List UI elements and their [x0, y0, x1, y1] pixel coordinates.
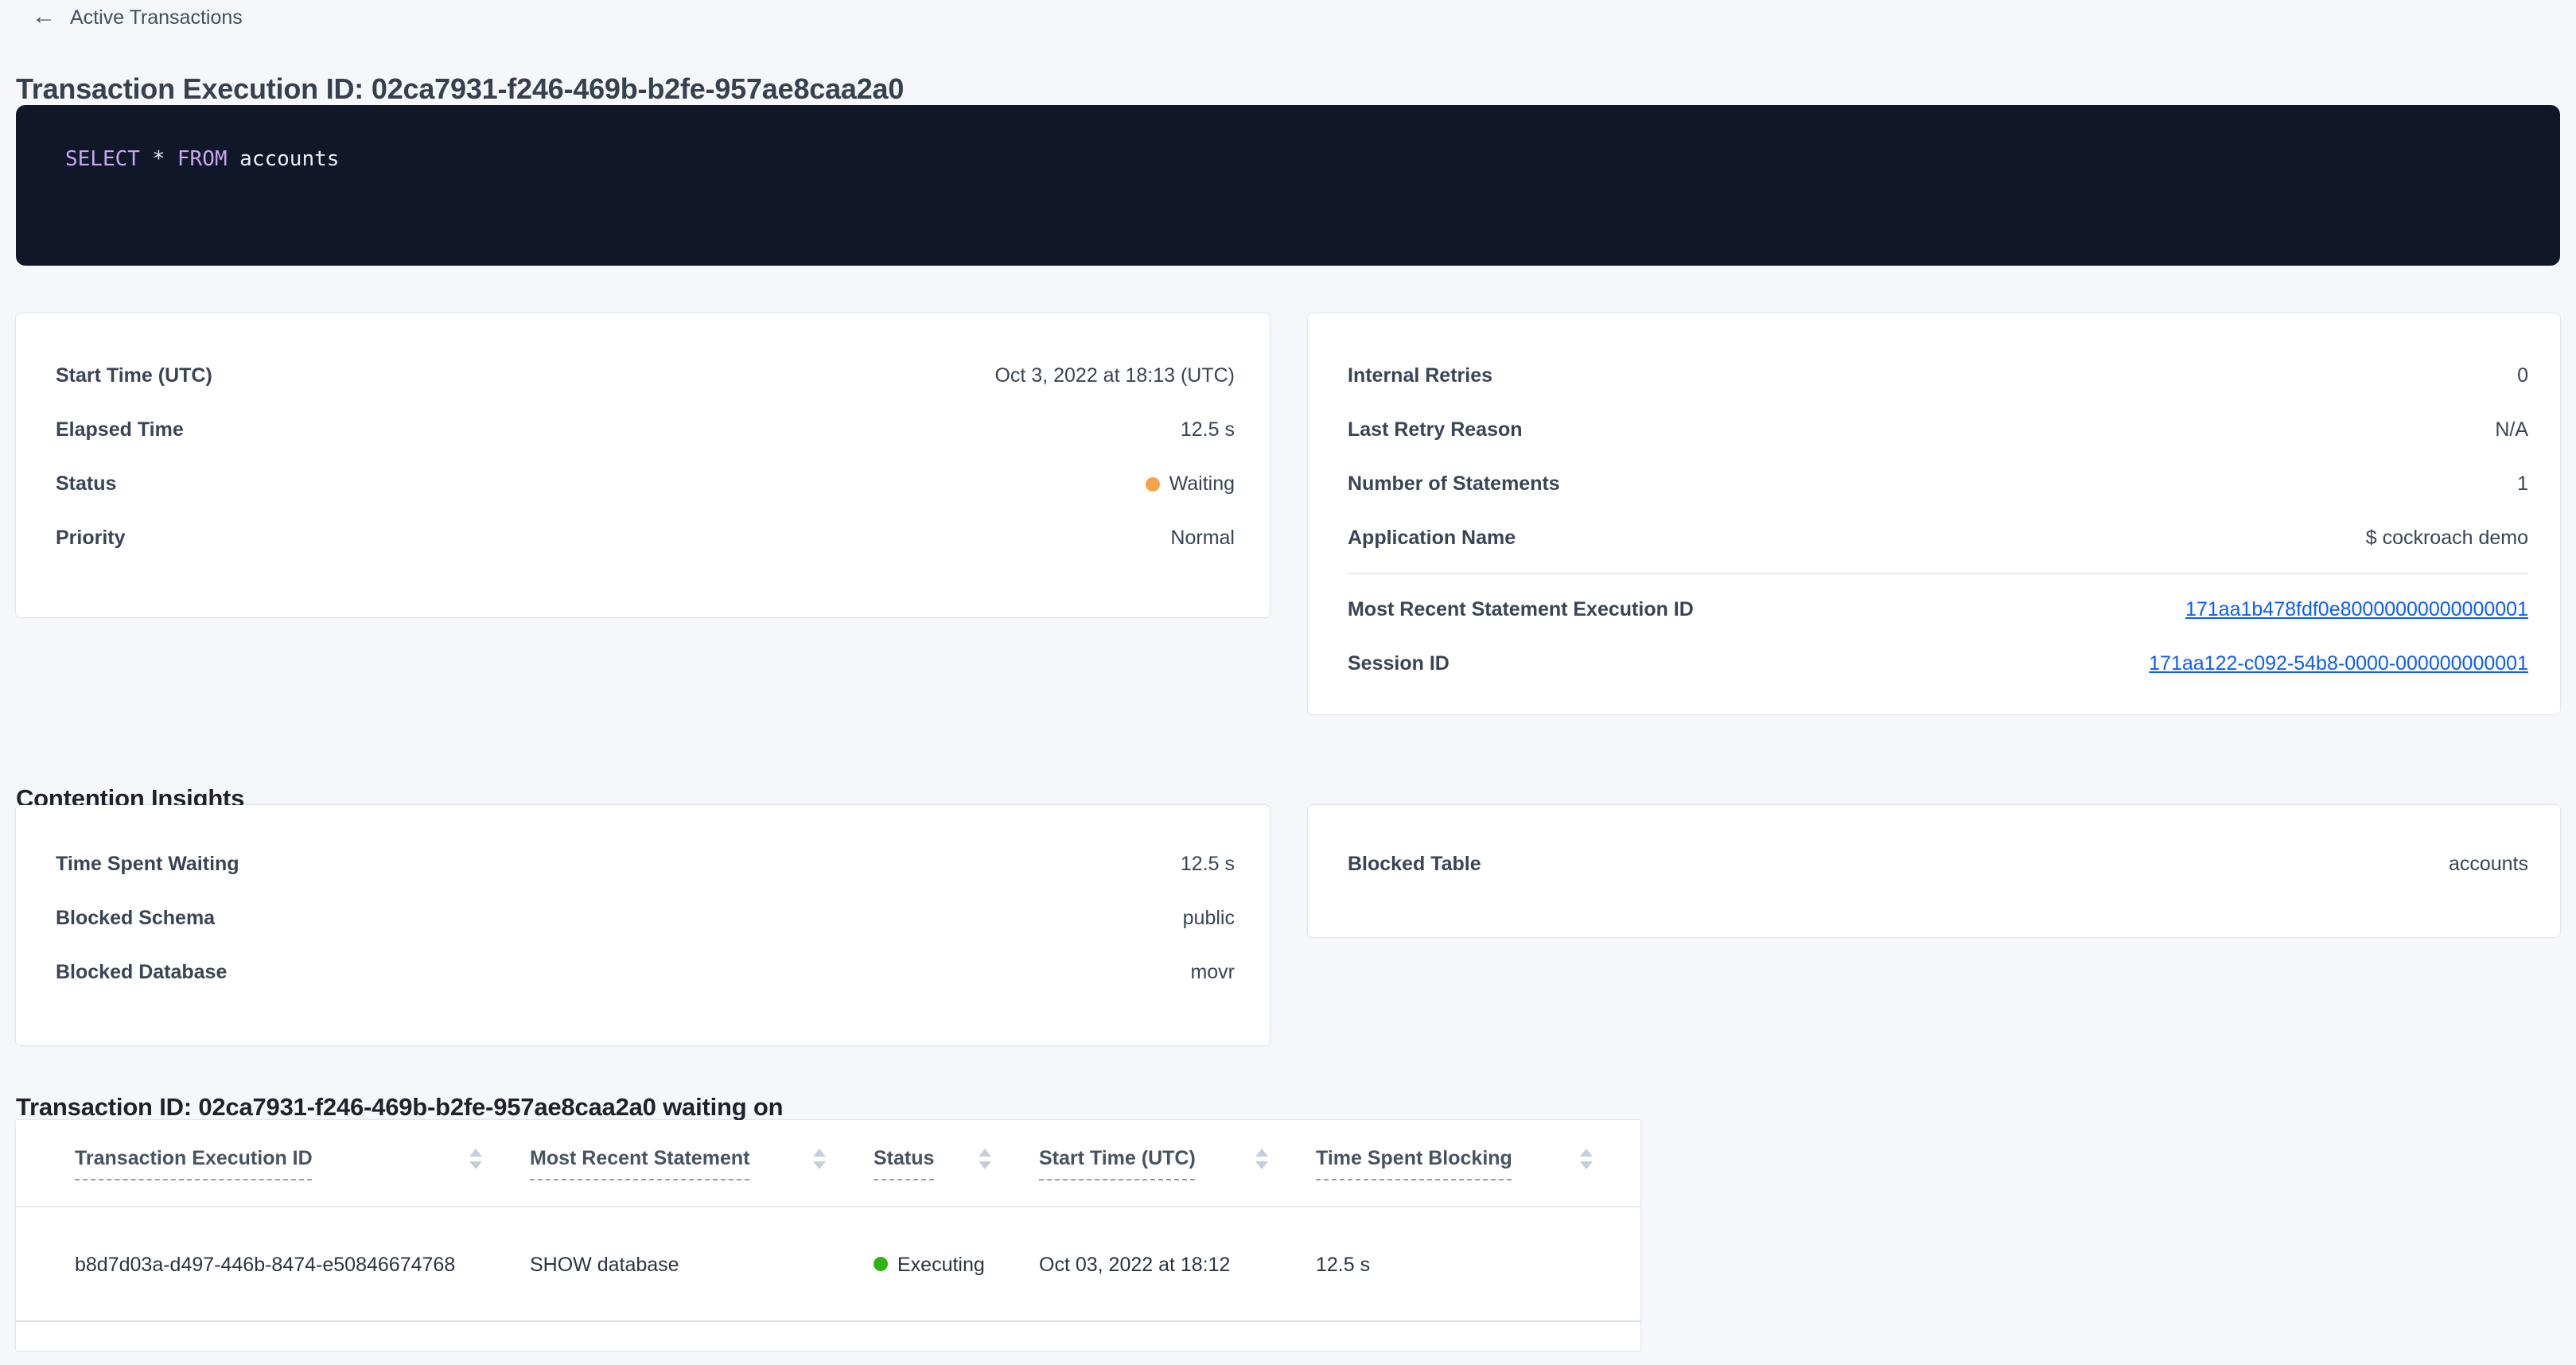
row-value: 12.5 s [1181, 853, 1235, 875]
column-header-label[interactable]: Time Spent Blocking [1316, 1146, 1512, 1180]
row-label: Blocked Schema [56, 907, 215, 929]
row-value: $ cockroach demo [2366, 527, 2528, 549]
status-row: Status Waiting [56, 457, 1235, 511]
contention-details-card: Time Spent Waiting 12.5 s Blocked Schema… [16, 805, 1270, 1045]
most-recent-statement-execution-id-row: Most Recent Statement Execution ID 171aa… [1348, 582, 2528, 636]
column-header-transaction-execution-id[interactable]: Transaction Execution ID [16, 1146, 530, 1180]
column-header-time-spent-blocking[interactable]: Time Spent Blocking [1316, 1146, 1640, 1180]
row-value: movr [1190, 961, 1235, 983]
waiting-on-heading: Transaction ID: 02ca7931-f246-469b-b2fe-… [16, 1095, 783, 1123]
last-retry-reason-row: Last Retry Reason N/A [1348, 402, 2528, 457]
row-value: Normal [1170, 527, 1235, 549]
status-value: Waiting [1146, 472, 1235, 495]
row-label: Start Time (UTC) [56, 364, 212, 387]
cell-most-recent-statement: SHOW database [530, 1253, 874, 1275]
row-value: 12.5 s [1181, 418, 1235, 441]
sql-statement: SELECT * FROM accounts [65, 148, 339, 172]
sql-keyword: FROM [177, 148, 228, 172]
executing-status-dot-icon [874, 1257, 888, 1271]
statement-execution-id-link[interactable]: 171aa1b478fdf0e80000000000000001 [2185, 598, 2528, 620]
session-id-row: Session ID 171aa122-c092-54b8-0000-00000… [1348, 636, 2528, 690]
column-header-most-recent-statement[interactable]: Most Recent Statement [530, 1146, 874, 1180]
start-time-row: Start Time (UTC) Oct 3, 2022 at 18:13 (U… [56, 348, 1235, 402]
page-title: Transaction Execution ID: 02ca7931-f246-… [16, 73, 904, 107]
row-label: Session ID [1348, 652, 1449, 675]
table-header-row: Transaction Execution ID Most Recent Sta… [16, 1120, 1640, 1208]
row-label: Internal Retries [1348, 364, 1492, 387]
row-label: Elapsed Time [56, 418, 184, 441]
status-text: Waiting [1169, 472, 1235, 495]
txn-execution-id-value: b8d7d03a-d497-446b-8474-e50846674768 [75, 1253, 455, 1275]
transaction-metadata-card: Internal Retries 0 Last Retry Reason N/A… [1308, 313, 2560, 714]
back-link-label: Active Transactions [70, 6, 243, 28]
column-header-status[interactable]: Status [874, 1146, 1039, 1180]
row-value: public [1183, 907, 1235, 929]
column-header-label[interactable]: Status [874, 1146, 934, 1180]
row-value: N/A [2495, 418, 2528, 441]
time-spent-waiting-row: Time Spent Waiting 12.5 s [56, 837, 1235, 891]
start-time-value: Oct 03, 2022 at 18:12 [1039, 1253, 1230, 1275]
blocked-table-card: Blocked Table accounts [1308, 805, 2560, 937]
blocked-schema-row: Blocked Schema public [56, 891, 1235, 945]
row-label: Last Retry Reason [1348, 418, 1523, 441]
sql-text: * [140, 148, 177, 172]
transaction-details-page: ← Active Transactions Transaction Execut… [0, 0, 2576, 1365]
row-value: accounts [2449, 853, 2528, 875]
row-label: Status [56, 472, 116, 495]
column-header-start-time[interactable]: Start Time (UTC) [1039, 1146, 1316, 1180]
number-of-statements-row: Number of Statements 1 [1348, 457, 2528, 511]
elapsed-time-row: Elapsed Time 12.5 s [56, 402, 1235, 457]
priority-row: Priority Normal [56, 511, 1235, 565]
sql-statement-box: SELECT * FROM accounts [16, 105, 2560, 266]
status-text: Executing [897, 1253, 985, 1275]
waiting-on-table: Transaction Execution ID Most Recent Sta… [16, 1120, 1640, 1351]
sort-arrows-icon[interactable] [979, 1148, 991, 1169]
row-label: Application Name [1348, 527, 1516, 549]
card-divider [1348, 573, 2528, 574]
row-value: Oct 3, 2022 at 18:13 (UTC) [994, 364, 1235, 387]
column-header-label[interactable]: Start Time (UTC) [1039, 1146, 1196, 1180]
row-label: Blocked Table [1348, 853, 1481, 875]
column-header-label[interactable]: Most Recent Statement [530, 1146, 749, 1180]
sort-arrows-icon[interactable] [1580, 1148, 1593, 1169]
waiting-status-dot-icon [1146, 476, 1160, 491]
transaction-summary-card: Start Time (UTC) Oct 3, 2022 at 18:13 (U… [16, 313, 1270, 617]
table-row: b8d7d03a-d497-446b-8474-e50846674768 SHO… [16, 1208, 1640, 1322]
row-label: Time Spent Waiting [56, 853, 239, 875]
cell-status: Executing [874, 1253, 1039, 1275]
cell-start-time: Oct 03, 2022 at 18:12 [1039, 1253, 1316, 1275]
sql-text: accounts [228, 148, 340, 172]
sort-arrows-icon[interactable] [813, 1148, 826, 1169]
row-label: Blocked Database [56, 961, 227, 983]
back-arrow-icon: ← [32, 5, 56, 29]
row-value: 0 [2517, 364, 2528, 387]
sql-keyword: SELECT [65, 148, 140, 172]
row-label: Priority [56, 527, 126, 549]
blocked-table-row: Blocked Table accounts [1348, 837, 2528, 891]
blocked-database-row: Blocked Database movr [56, 945, 1235, 999]
time-spent-blocking-value: 12.5 s [1316, 1253, 1370, 1275]
cell-transaction-execution-id: b8d7d03a-d497-446b-8474-e50846674768 [16, 1253, 530, 1275]
row-value: 1 [2517, 472, 2528, 495]
column-header-label[interactable]: Transaction Execution ID [75, 1146, 313, 1180]
cell-time-spent-blocking: 12.5 s [1316, 1253, 1640, 1275]
internal-retries-row: Internal Retries 0 [1348, 348, 2528, 402]
row-label: Most Recent Statement Execution ID [1348, 598, 1694, 620]
most-recent-statement-value: SHOW database [530, 1253, 679, 1275]
sort-arrows-icon[interactable] [469, 1148, 482, 1169]
back-to-active-transactions-link[interactable]: ← Active Transactions [32, 5, 243, 29]
application-name-row: Application Name $ cockroach demo [1348, 511, 2528, 565]
sort-arrows-icon[interactable] [1255, 1148, 1268, 1169]
row-label: Number of Statements [1348, 472, 1560, 495]
session-id-link[interactable]: 171aa122-c092-54b8-0000-000000000001 [2149, 652, 2528, 675]
